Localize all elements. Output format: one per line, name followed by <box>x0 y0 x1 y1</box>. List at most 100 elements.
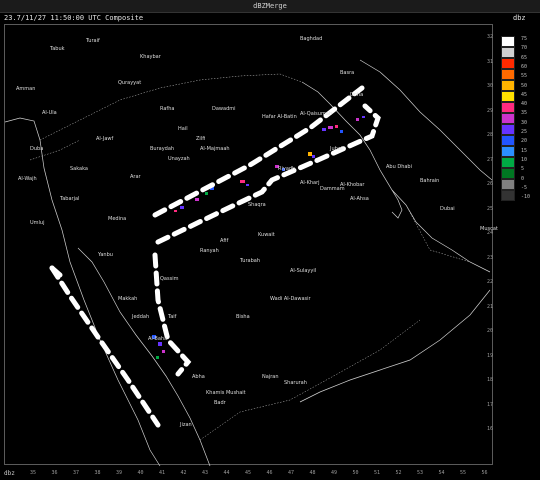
echo-cell <box>162 350 165 353</box>
place-label: Qassim <box>160 276 179 282</box>
echo-cell <box>335 125 338 128</box>
longitude-tick: 44 <box>223 470 230 476</box>
latitude-tick: 22 <box>487 279 494 285</box>
legend-swatch <box>501 80 515 91</box>
place-label: Hail <box>178 126 188 132</box>
echo-cell <box>156 356 159 359</box>
place-label: Ranyah <box>200 248 219 254</box>
coastline-qatar <box>391 189 403 219</box>
place-label: Unayzah <box>168 156 190 162</box>
legend-tick: 65 <box>521 54 528 61</box>
place-label: Afif <box>220 238 229 244</box>
dbz-legend: 75 70 65 60 55 50 45 40 35 30 25 20 15 10 5 0 -5 -10 <box>501 36 530 201</box>
border-uae <box>405 204 471 263</box>
legend-swatch <box>501 179 515 190</box>
place-label: Abu Dhabi <box>386 164 412 170</box>
echo-cell <box>246 184 249 186</box>
legend-swatch <box>501 36 515 47</box>
corridor-west <box>49 265 161 428</box>
legend-swatch <box>501 124 515 135</box>
longitude-tick: 48 <box>309 470 316 476</box>
place-label: Al-Qaisumah <box>300 111 332 117</box>
legend-swatch <box>501 135 515 146</box>
coastline-red-sea-east <box>77 247 211 467</box>
echo-cell <box>158 342 162 346</box>
place-label: Al-Majmaah <box>200 146 230 152</box>
place-label: Duba <box>30 146 43 152</box>
legend-tick: 5 <box>521 166 525 173</box>
place-label: Bahrain <box>420 178 439 184</box>
place-label: Tabarjal <box>59 196 79 202</box>
longitude-tick: 46 <box>266 470 273 476</box>
place-label: Badr <box>214 400 227 406</box>
legend-tick: 15 <box>521 147 528 154</box>
place-label: Yanbu <box>97 252 113 258</box>
place-label: Al-Wajh <box>18 176 37 182</box>
legend-tick: 35 <box>521 110 528 117</box>
legend-tick: -10 <box>521 194 531 201</box>
legend-swatch <box>501 157 515 168</box>
echo-cell <box>340 130 343 133</box>
place-label: Basra <box>340 70 354 76</box>
echo-cell <box>180 206 184 209</box>
latitude-tick: 21 <box>487 303 494 310</box>
longitude-tick: 36 <box>51 470 58 476</box>
place-label: Umluj <box>30 220 44 226</box>
longitude-tick: 52 <box>395 470 402 476</box>
legend-tick: 0 <box>521 175 525 182</box>
corridor-north-lower <box>155 103 381 245</box>
legend-tick: 25 <box>521 129 528 135</box>
place-label: Tabuk <box>49 46 65 52</box>
place-label: Dawadmi <box>212 106 236 112</box>
legend-swatch <box>501 91 515 102</box>
place-label: Al-Baha <box>148 336 167 342</box>
place-label: Al-Khobar <box>340 182 365 188</box>
corner-units-label: dbz <box>4 470 15 477</box>
echo-cell <box>362 116 365 118</box>
latitude-tick: 31 <box>487 58 494 65</box>
legend-swatch <box>501 58 515 69</box>
legend-swatch <box>501 168 515 179</box>
latitude-tick: 24 <box>487 230 494 236</box>
longitude-tick: 45 <box>245 470 252 476</box>
longitude-tick: 51 <box>374 470 381 476</box>
legend-swatch <box>501 102 515 113</box>
echo-cell <box>205 192 208 195</box>
legend-tick: 75 <box>521 36 528 42</box>
place-label: Zilfi <box>196 136 205 142</box>
longitude-tick: 49 <box>331 470 338 476</box>
place-label: Jizan <box>179 422 192 428</box>
echo-cell <box>240 180 245 183</box>
place-label: Sakaka <box>70 166 88 172</box>
legend-swatch <box>501 146 515 157</box>
place-label: Kuwait <box>258 232 275 238</box>
longitude-tick: 47 <box>288 470 295 476</box>
place-label: Abha <box>192 374 205 380</box>
latitude-tick: 25 <box>487 205 494 212</box>
place-label: Amman <box>16 86 35 92</box>
place-label: Shaqra <box>248 202 266 208</box>
place-label: Al-Jawf <box>96 136 114 142</box>
longitude-tick: 56 <box>481 470 488 476</box>
place-label: Sharurah <box>284 380 307 386</box>
legend-tick: -5 <box>521 184 528 191</box>
place-label: Jubail <box>329 146 344 152</box>
radar-map: Tabuk Turaif Qurayyat Al-Jawf Sakaka Arar Rafh… <box>4 36 498 467</box>
place-label: Rafha <box>160 106 174 112</box>
legend-tick: 60 <box>521 63 528 70</box>
place-label: Jeddah <box>131 314 149 320</box>
place-label: Dubai <box>440 206 455 212</box>
latitude-tick: 29 <box>487 107 494 114</box>
legend-swatch <box>501 69 515 80</box>
place-label: Turaif <box>85 38 100 44</box>
legend-swatch <box>501 113 515 124</box>
longitude-tick: 54 <box>438 470 445 476</box>
place-label: Riyadh <box>278 166 295 172</box>
place-label: Al-Kharj <box>300 180 320 186</box>
latitude-tick: 27 <box>487 156 494 163</box>
latitude-tick: 18 <box>487 377 494 383</box>
echo-cell <box>356 118 359 121</box>
latitude-tick: 30 <box>487 83 494 89</box>
place-label: Khaybar <box>140 54 162 60</box>
borders <box>29 73 471 441</box>
